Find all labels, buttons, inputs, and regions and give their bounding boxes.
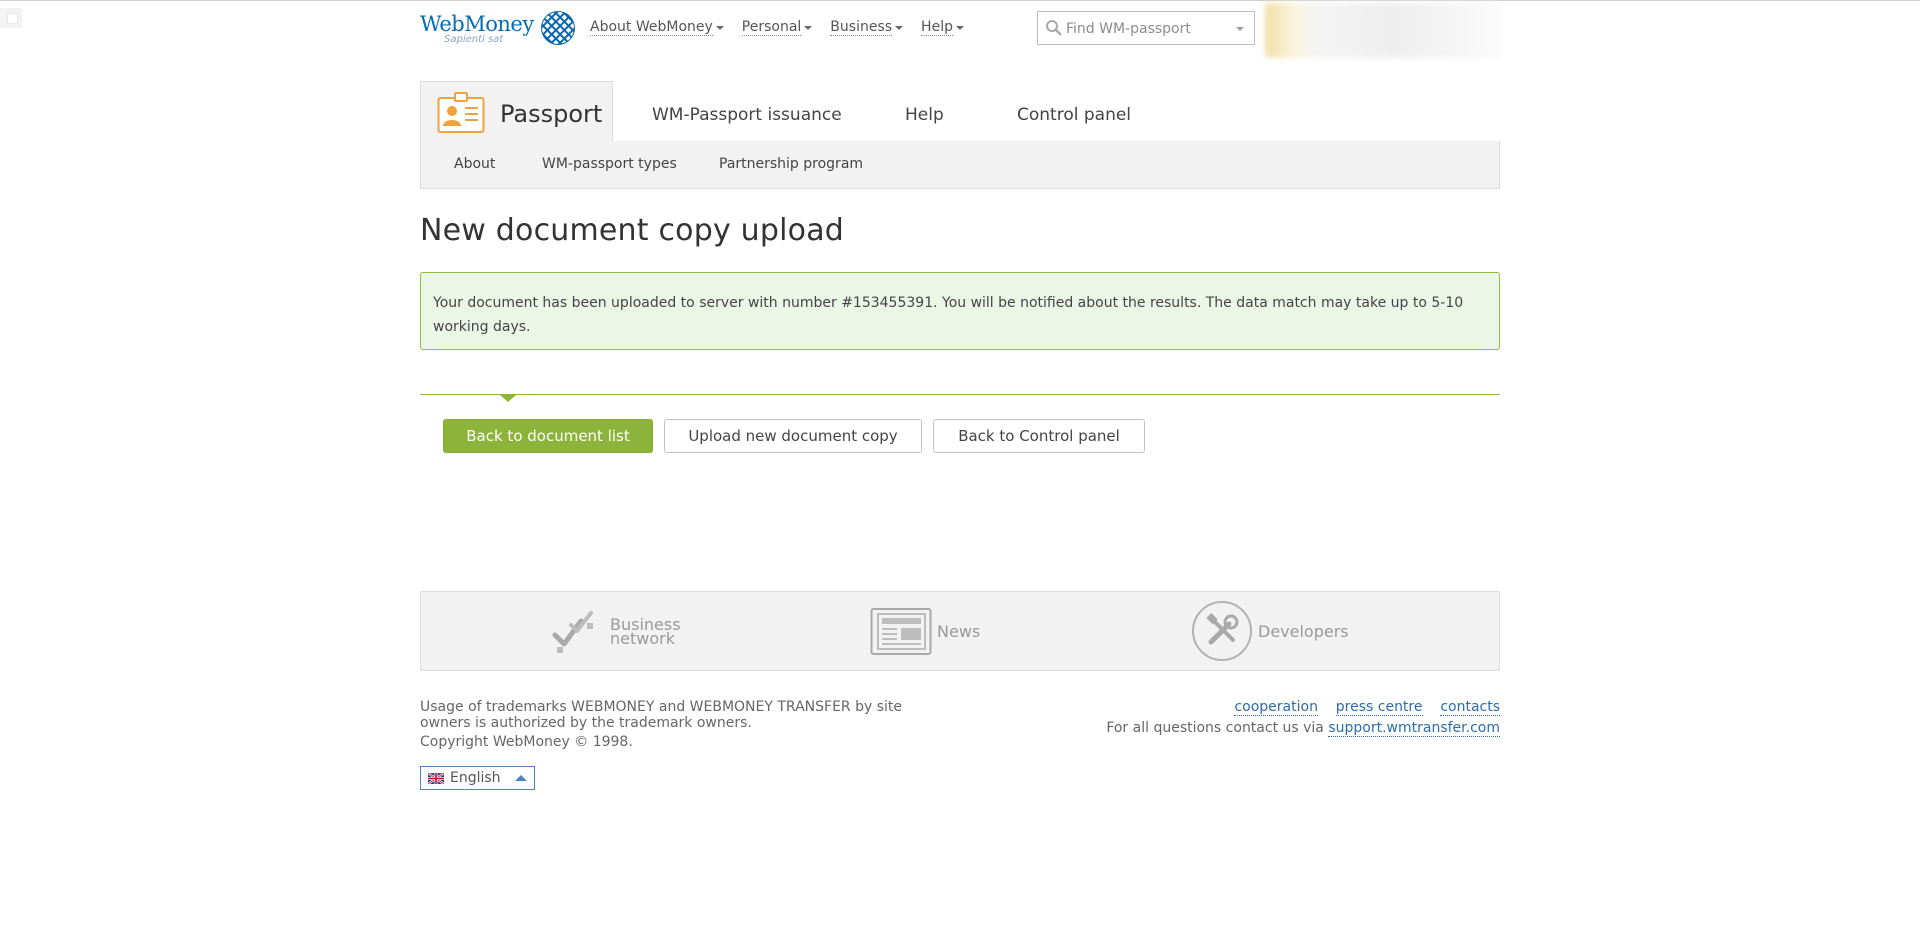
subnav-partnership-program[interactable]: Partnership program: [719, 156, 863, 172]
nav-label: Help: [921, 19, 953, 36]
search-dropdown-icon[interactable]: [1236, 27, 1244, 31]
tab-passport[interactable]: Passport: [420, 81, 613, 142]
user-account-area[interactable]: [1265, 3, 1500, 58]
search-input[interactable]: [1066, 20, 1226, 37]
nav-label: Personal: [741, 19, 802, 36]
tab-help[interactable]: Help: [905, 105, 944, 125]
newspaper-icon: [870, 608, 932, 655]
business-network-link[interactable]: Business network: [551, 592, 701, 670]
logo-text: WebMoney: [420, 12, 534, 36]
back-to-document-list-button[interactable]: Back to document list: [443, 419, 653, 453]
language-label: English: [450, 770, 501, 786]
divider: [420, 394, 1500, 395]
passport-icon: [437, 92, 485, 133]
nav-help[interactable]: Help: [921, 19, 964, 36]
footer-legal: Usage of trademarks WEBMONEY and WEBMONE…: [420, 699, 920, 750]
upload-new-document-button[interactable]: Upload new document copy: [664, 419, 922, 453]
nav-label: About WebMoney: [590, 19, 713, 36]
globe-icon: [539, 9, 577, 47]
page-container: WebMoney Sapienti sat About WebMoney Per…: [420, 0, 1500, 942]
chevron-up-icon: [515, 775, 527, 781]
footer-panel: Business network News Developers: [420, 591, 1500, 671]
sub-nav: About WM-passport types Partnership prog…: [420, 141, 1500, 189]
nav-business[interactable]: Business: [830, 19, 904, 36]
nav-label: Business: [830, 19, 893, 36]
developers-link[interactable]: Developers: [1191, 592, 1361, 670]
logo-tagline: Sapienti sat: [444, 34, 504, 45]
news-link[interactable]: News: [870, 592, 1000, 670]
divider-pointer: [500, 395, 516, 402]
chevron-down-icon: [804, 25, 813, 30]
contacts-link[interactable]: contacts: [1440, 699, 1500, 716]
subnav-about[interactable]: About: [454, 156, 495, 172]
contact-text: For all questions contact us via: [1106, 720, 1324, 736]
trademark-text: Usage of trademarks WEBMONEY and WEBMONE…: [420, 699, 903, 731]
press-centre-link[interactable]: press centre: [1335, 699, 1423, 716]
success-notice: Your document has been uploaded to serve…: [420, 272, 1500, 350]
uk-flag-icon: [428, 773, 444, 784]
nav-about-webmoney[interactable]: About WebMoney: [590, 19, 724, 36]
search-icon: [1046, 20, 1062, 36]
corner-widget: [0, 8, 22, 28]
footer-links: cooperation press centre contacts For al…: [1106, 699, 1500, 737]
search-box: [1037, 11, 1255, 45]
page-title: New document copy upload: [420, 213, 845, 248]
chevron-down-icon: [895, 25, 904, 30]
passport-tabs: Passport WM-Passport issuance Help Contr…: [420, 81, 1500, 142]
tools-icon: [1192, 601, 1252, 661]
tab-wm-passport-issuance[interactable]: WM-Passport issuance: [652, 105, 842, 125]
subnav-wm-passport-types[interactable]: WM-passport types: [542, 156, 677, 172]
tab-control-panel[interactable]: Control panel: [1017, 105, 1131, 125]
cooperation-link[interactable]: cooperation: [1234, 699, 1318, 716]
nav-personal[interactable]: Personal: [741, 19, 813, 36]
copyright-text: Copyright WebMoney © 1998.: [420, 734, 633, 750]
chevron-down-icon: [955, 25, 964, 30]
chevron-down-icon: [715, 25, 724, 30]
developers-label: Developers: [1258, 622, 1349, 641]
business-label-line2: network: [610, 629, 675, 648]
webmoney-logo[interactable]: WebMoney Sapienti sat: [420, 9, 580, 48]
news-label: News: [937, 622, 981, 641]
language-selector[interactable]: English: [420, 766, 535, 790]
tab-label: Passport: [500, 100, 603, 128]
checkmarks-icon: [552, 611, 593, 653]
support-link[interactable]: support.wmtransfer.com: [1328, 720, 1500, 737]
back-to-control-panel-button[interactable]: Back to Control panel: [933, 419, 1145, 453]
top-nav: About WebMoney Personal Business Help: [590, 19, 982, 36]
